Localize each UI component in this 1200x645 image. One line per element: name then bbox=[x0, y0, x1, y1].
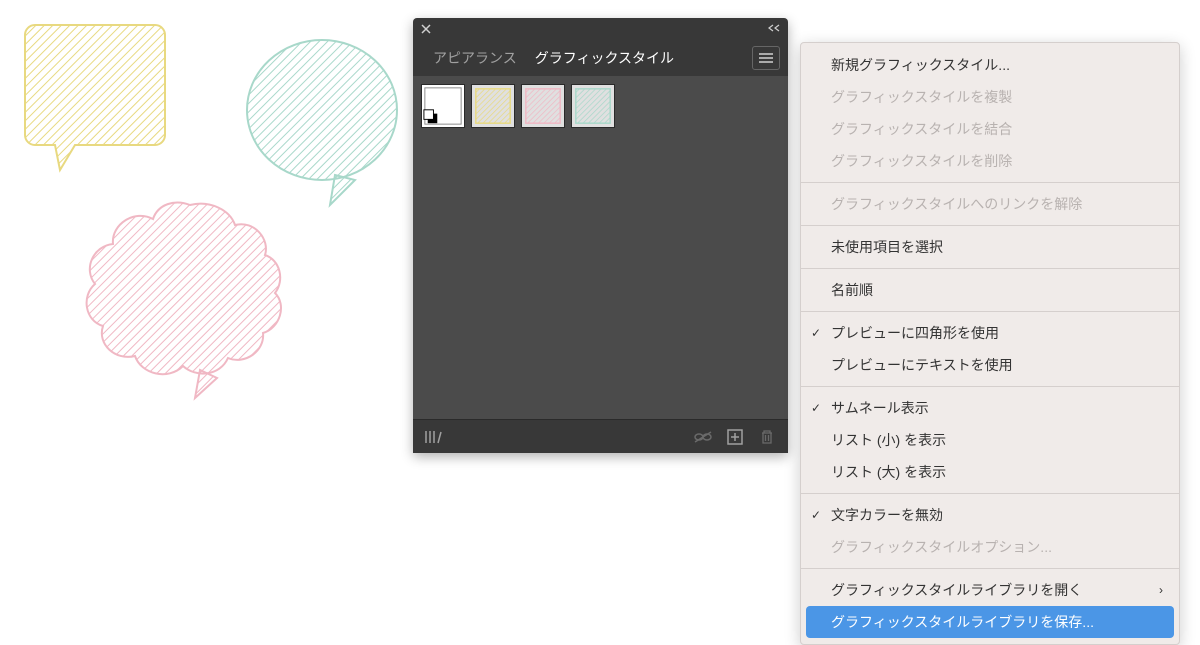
close-icon[interactable] bbox=[421, 22, 431, 37]
menu-override-char-color[interactable]: ✓文字カラーを無効 bbox=[801, 499, 1179, 531]
tab-graphic-styles[interactable]: グラフィックスタイル bbox=[535, 42, 674, 74]
panel-footer bbox=[413, 419, 788, 453]
check-icon: ✓ bbox=[811, 401, 821, 415]
check-icon: ✓ bbox=[811, 508, 821, 522]
speech-bubble-pink bbox=[80, 195, 300, 405]
collapse-icon[interactable] bbox=[768, 24, 780, 35]
check-icon: ✓ bbox=[811, 326, 821, 340]
panel-menu-button[interactable] bbox=[752, 46, 780, 70]
chevron-right-icon: › bbox=[1159, 583, 1163, 597]
menu-large-list-view[interactable]: リスト (大) を表示 bbox=[801, 456, 1179, 488]
menu-divider bbox=[801, 225, 1179, 226]
menu-use-text-preview[interactable]: プレビューにテキストを使用 bbox=[801, 349, 1179, 381]
canvas-area bbox=[0, 0, 410, 420]
style-swatch-default[interactable] bbox=[421, 84, 465, 128]
new-style-icon[interactable] bbox=[724, 426, 746, 448]
menu-thumbnail-view[interactable]: ✓サムネール表示 bbox=[801, 392, 1179, 424]
delete-style-icon[interactable] bbox=[756, 426, 778, 448]
menu-graphic-style-options: グラフィックスタイルオプション... bbox=[801, 531, 1179, 563]
menu-sort-by-name[interactable]: 名前順 bbox=[801, 274, 1179, 306]
panel-titlebar[interactable] bbox=[413, 18, 788, 40]
menu-divider bbox=[801, 268, 1179, 269]
panel-body bbox=[413, 76, 788, 419]
hamburger-icon bbox=[758, 52, 774, 64]
library-menu-icon[interactable] bbox=[423, 426, 445, 448]
menu-break-link: グラフィックスタイルへのリンクを解除 bbox=[801, 188, 1179, 220]
menu-new-graphic-style[interactable]: 新規グラフィックスタイル... bbox=[801, 49, 1179, 81]
panel-flyout-menu: 新規グラフィックスタイル... グラフィックスタイルを複製 グラフィックスタイル… bbox=[800, 42, 1180, 645]
style-swatch-pink[interactable] bbox=[521, 84, 565, 128]
menu-duplicate-style: グラフィックスタイルを複製 bbox=[801, 81, 1179, 113]
speech-bubble-green bbox=[240, 35, 405, 210]
menu-delete-style: グラフィックスタイルを削除 bbox=[801, 145, 1179, 177]
tab-appearance[interactable]: アピアランス bbox=[433, 42, 517, 74]
menu-save-library[interactable]: グラフィックスタイルライブラリを保存... bbox=[806, 606, 1174, 638]
style-swatch-green[interactable] bbox=[571, 84, 615, 128]
menu-select-unused[interactable]: 未使用項目を選択 bbox=[801, 231, 1179, 263]
speech-bubble-yellow bbox=[20, 15, 180, 180]
break-link-icon[interactable] bbox=[692, 426, 714, 448]
menu-divider bbox=[801, 311, 1179, 312]
panel-tabs: アピアランス グラフィックスタイル bbox=[413, 40, 788, 76]
menu-use-square-preview[interactable]: ✓プレビューに四角形を使用 bbox=[801, 317, 1179, 349]
menu-divider bbox=[801, 386, 1179, 387]
style-swatch-yellow[interactable] bbox=[471, 84, 515, 128]
graphic-styles-panel: アピアランス グラフィックスタイル bbox=[413, 18, 788, 453]
menu-small-list-view[interactable]: リスト (小) を表示 bbox=[801, 424, 1179, 456]
menu-divider bbox=[801, 182, 1179, 183]
menu-merge-styles: グラフィックスタイルを結合 bbox=[801, 113, 1179, 145]
menu-divider bbox=[801, 568, 1179, 569]
menu-divider bbox=[801, 493, 1179, 494]
menu-open-library[interactable]: グラフィックスタイルライブラリを開く› bbox=[801, 574, 1179, 606]
